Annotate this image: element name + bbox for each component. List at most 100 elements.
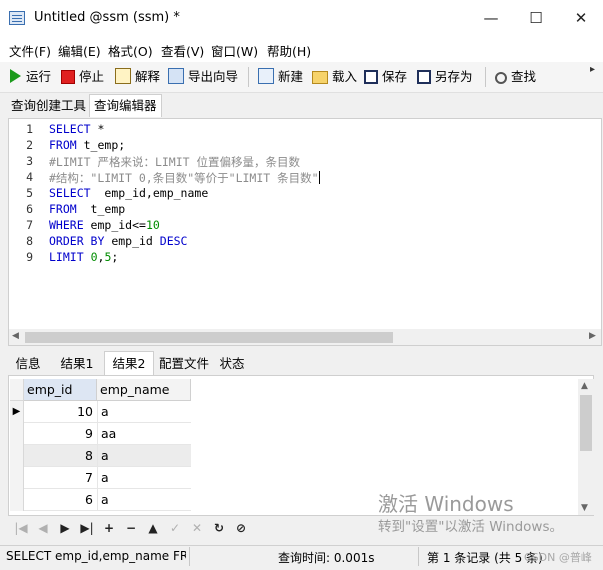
code-comment: #结构："LIMIT 0,条目数"等价于"LIMIT 条目数" [49, 170, 320, 186]
table-cell[interactable]: 8 [24, 445, 97, 467]
table-cell[interactable]: 9 [24, 423, 97, 445]
row-header [10, 445, 24, 467]
menu-file[interactable]: 文件(F) [9, 41, 51, 60]
table-cell[interactable]: a [97, 401, 191, 423]
tab-result1[interactable]: 结果1 [56, 352, 98, 375]
scroll-right-icon[interactable]: ▶ [589, 331, 596, 341]
explain-label: 解释 [135, 69, 161, 84]
explain-button[interactable]: 解释 [115, 68, 160, 86]
sql-keyword: LIMIT [49, 250, 84, 264]
last-record-icon[interactable]: ▶| [79, 520, 95, 536]
tab-status[interactable]: 状态 [216, 352, 248, 375]
menu-view[interactable]: 查看(V) [161, 41, 204, 60]
scroll-left-icon[interactable]: ◀ [12, 331, 19, 341]
activation-watermark-title: 激活 Windows [378, 492, 514, 516]
csdn-watermark: CSDN @普峰 [524, 551, 592, 564]
code-comment-text: #结构："LIMIT 0,条目数"等价于"LIMIT 条目数" [49, 171, 319, 185]
apply-changes-icon[interactable]: ▲ [145, 520, 161, 536]
close-button[interactable]: ✕ [558, 0, 603, 36]
sql-text: t_emp [76, 202, 126, 216]
stop-refresh-icon[interactable]: ⊘ [233, 520, 249, 536]
menu-help[interactable]: 帮助(H) [267, 41, 311, 60]
save-label: 保存 [382, 69, 408, 84]
sql-number: 0 [90, 250, 98, 264]
code-line: ORDER BY emp_id DESC [49, 234, 187, 248]
load-label: 载入 [332, 69, 358, 84]
sql-keyword: DESC [159, 234, 188, 248]
tab-profile[interactable]: 配置文件 [156, 352, 212, 375]
sql-keyword: SELECT [49, 122, 91, 136]
status-separator [418, 547, 419, 566]
scroll-down-icon[interactable]: ▼ [581, 503, 588, 513]
sql-text: emp_id [104, 234, 160, 248]
menu-edit[interactable]: 编辑(E) [58, 41, 101, 60]
code-line: FROM t_emp; [49, 138, 125, 152]
export-wizard-label: 导出向导 [188, 69, 239, 84]
sql-keyword: FROM [49, 202, 77, 216]
table-cell[interactable]: 6 [24, 489, 97, 511]
commit-icon[interactable]: ✓ [167, 520, 183, 536]
line-number: 1 [26, 122, 33, 136]
stop-button[interactable]: 停止 [61, 68, 104, 86]
current-row-indicator: ▶ [10, 401, 24, 423]
line-number: 2 [26, 138, 33, 152]
scroll-up-icon[interactable]: ▲ [581, 381, 588, 391]
column-header[interactable]: emp_id [24, 379, 97, 401]
new-label: 新建 [278, 69, 304, 84]
line-number: 3 [26, 154, 33, 168]
sql-keyword: ORDER BY [49, 234, 105, 248]
export-wizard-button[interactable]: 导出向导 [168, 68, 238, 86]
tab-info[interactable]: 信息 [8, 352, 48, 375]
prev-record-icon[interactable]: ◀ [35, 520, 51, 536]
code-line: LIMIT 0,5; [49, 250, 118, 264]
line-number: 4 [26, 170, 33, 184]
discard-icon[interactable]: ✕ [189, 520, 205, 536]
column-header[interactable]: emp_name [97, 379, 191, 401]
tab-query-builder[interactable]: 查询创建工具 [7, 95, 90, 117]
sql-editor[interactable] [8, 118, 602, 346]
sql-keyword: FROM [49, 138, 77, 152]
table-cell[interactable]: 7 [24, 467, 97, 489]
text-cursor [318, 171, 320, 184]
delete-record-icon[interactable]: − [123, 520, 139, 536]
menu-format[interactable]: 格式(O) [108, 41, 153, 60]
maximize-button[interactable]: ☐ [513, 0, 559, 36]
code-line: SELECT emp_id,emp_name [49, 186, 208, 200]
menu-window[interactable]: 窗口(W) [211, 41, 258, 60]
save-button[interactable]: 保存 [364, 68, 407, 86]
new-query-icon [258, 68, 274, 84]
toolbar-separator [485, 67, 486, 87]
grid-scroll-thumb[interactable] [580, 395, 592, 451]
new-button[interactable]: 新建 [258, 68, 303, 86]
toolbar-overflow-icon[interactable]: ▸ [590, 64, 595, 75]
status-sql: SELECT emp_id,emp_name FRO [6, 549, 186, 563]
refresh-icon[interactable]: ↻ [211, 520, 227, 536]
add-record-icon[interactable]: + [101, 520, 117, 536]
editor-scroll-thumb[interactable] [25, 332, 393, 343]
first-record-icon[interactable]: |◀ [13, 520, 29, 536]
magnifier-icon [495, 72, 507, 84]
table-cell[interactable]: a [97, 445, 191, 467]
find-button[interactable]: 查找 [495, 68, 536, 86]
load-button[interactable]: 载入 [312, 68, 357, 86]
table-cell[interactable]: aa [97, 423, 191, 445]
tab-query-editor[interactable]: 查询编辑器 [89, 94, 162, 117]
minimize-button[interactable]: — [468, 0, 514, 36]
save-as-label: 另存为 [435, 69, 473, 84]
export-wizard-icon [168, 68, 184, 84]
tab-result2[interactable]: 结果2 [104, 351, 154, 375]
table-cell[interactable]: 10 [24, 401, 97, 423]
table-cell[interactable]: a [97, 467, 191, 489]
sql-keyword: SELECT [49, 186, 91, 200]
next-record-icon[interactable]: ▶ [57, 520, 73, 536]
run-button[interactable]: 运行 [10, 68, 51, 86]
run-label: 运行 [26, 69, 52, 84]
sql-keyword: WHERE [49, 218, 84, 232]
table-cell[interactable]: a [97, 489, 191, 511]
row-header [10, 489, 24, 511]
activation-watermark-hint: 转到"设置"以激活 Windows。 [378, 519, 563, 535]
save-as-button[interactable]: 另存为 [417, 68, 473, 86]
sql-text: emp_id<= [83, 218, 146, 232]
folder-icon [312, 71, 328, 84]
save-icon [364, 70, 378, 84]
